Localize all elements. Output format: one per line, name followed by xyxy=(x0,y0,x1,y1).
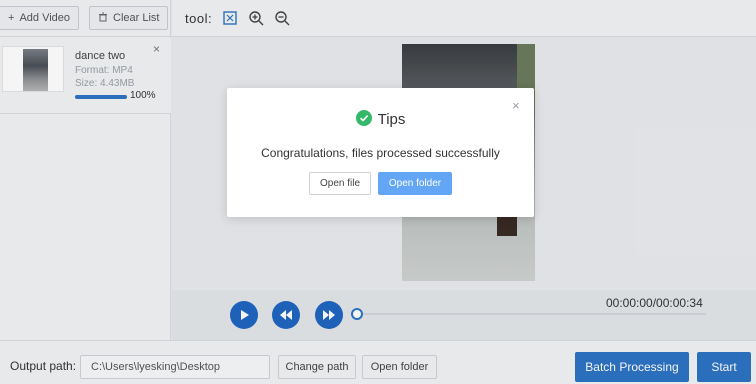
open-file-button[interactable]: Open file xyxy=(309,172,371,195)
check-circle-icon xyxy=(355,110,372,129)
dialog-title-text: Tips xyxy=(377,111,406,128)
dialog-open-folder-button[interactable]: Open folder xyxy=(378,172,452,195)
dialog-title: Tips xyxy=(227,110,534,129)
tips-dialog: × Tips Congratulations, files processed … xyxy=(227,88,534,217)
dialog-message: Congratulations, files processed success… xyxy=(261,146,500,160)
